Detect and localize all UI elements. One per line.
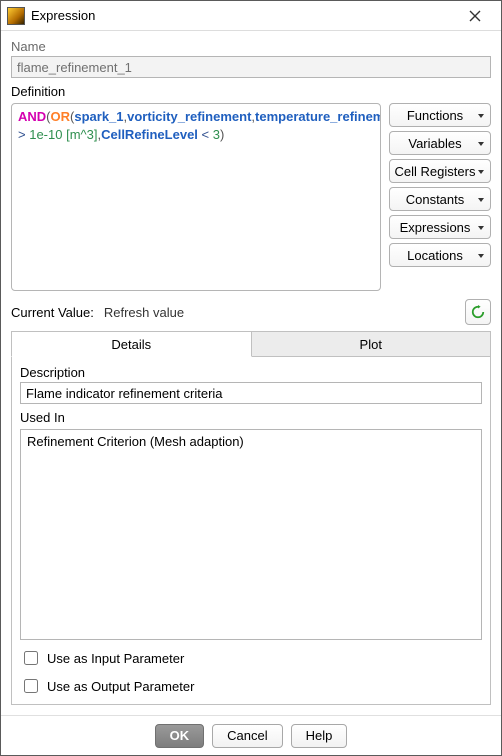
ok-button[interactable]: OK bbox=[155, 724, 205, 748]
tabs: Details Plot bbox=[11, 331, 491, 357]
output-param-label: Use as Output Parameter bbox=[47, 679, 194, 694]
token-num: 3 bbox=[213, 127, 220, 142]
cancel-button[interactable]: Cancel bbox=[212, 724, 282, 748]
used-in-list[interactable]: Refinement Criterion (Mesh adaption) bbox=[20, 429, 482, 640]
output-param-checkbox[interactable] bbox=[24, 679, 38, 693]
button-label: Expressions bbox=[400, 220, 471, 235]
app-icon bbox=[7, 7, 25, 25]
variables-button[interactable]: Variables bbox=[389, 131, 491, 155]
chevron-down-icon bbox=[478, 226, 484, 230]
token-paren: ) bbox=[220, 127, 224, 142]
tab-details[interactable]: Details bbox=[11, 331, 252, 357]
help-button[interactable]: Help bbox=[291, 724, 348, 748]
current-value-text: Refresh value bbox=[104, 305, 184, 320]
token-or: OR bbox=[51, 109, 71, 124]
token-num: 1e-10 [m^3] bbox=[29, 127, 97, 142]
current-value-label: Current Value: bbox=[11, 305, 94, 320]
refresh-button[interactable] bbox=[465, 299, 491, 325]
locations-button[interactable]: Locations bbox=[389, 243, 491, 267]
cell-registers-button[interactable]: Cell Registers bbox=[389, 159, 491, 183]
chevron-down-icon bbox=[478, 114, 484, 118]
button-label: Constants bbox=[406, 192, 465, 207]
description-label: Description bbox=[20, 365, 482, 380]
dialog-footer: OK Cancel Help bbox=[1, 715, 501, 755]
button-label: Locations bbox=[407, 248, 463, 263]
input-param-checkbox[interactable] bbox=[24, 651, 38, 665]
tab-plot[interactable]: Plot bbox=[252, 331, 492, 357]
definition-button-column: Functions Variables Cell Registers Const… bbox=[389, 103, 491, 291]
chevron-down-icon bbox=[478, 170, 484, 174]
input-param-label: Use as Input Parameter bbox=[47, 651, 184, 666]
input-param-row[interactable]: Use as Input Parameter bbox=[20, 648, 482, 668]
current-value-row: Current Value: Refresh value bbox=[11, 299, 491, 325]
chevron-down-icon bbox=[478, 198, 484, 202]
titlebar: Expression bbox=[1, 1, 501, 31]
definition-row: AND(OR(spark_1,vorticity_refinement,temp… bbox=[11, 103, 491, 291]
details-pane: Description Used In Refinement Criterion… bbox=[11, 357, 491, 705]
refresh-icon bbox=[471, 305, 485, 319]
definition-label: Definition bbox=[11, 84, 491, 99]
name-label: Name bbox=[11, 39, 491, 54]
token-var: CellRefineLevel bbox=[101, 127, 198, 142]
used-in-label: Used In bbox=[20, 410, 482, 425]
output-param-row[interactable]: Use as Output Parameter bbox=[20, 676, 482, 696]
button-label: Functions bbox=[407, 108, 463, 123]
definition-editor[interactable]: AND(OR(spark_1,vorticity_refinement,temp… bbox=[11, 103, 381, 291]
chevron-down-icon bbox=[478, 254, 484, 258]
constants-button[interactable]: Constants bbox=[389, 187, 491, 211]
token-var: temperature_refinement bbox=[255, 109, 381, 124]
button-label: Cell Registers bbox=[395, 164, 476, 179]
token-var: vorticity_refinement bbox=[127, 109, 251, 124]
window-title: Expression bbox=[31, 8, 455, 23]
token-op: < bbox=[198, 127, 213, 142]
description-input[interactable] bbox=[20, 382, 482, 404]
used-in-item[interactable]: Refinement Criterion (Mesh adaption) bbox=[27, 434, 475, 449]
expression-dialog: Expression Name Definition AND(OR(spark_… bbox=[0, 0, 502, 756]
functions-button[interactable]: Functions bbox=[389, 103, 491, 127]
token-op: > bbox=[18, 127, 29, 142]
close-icon bbox=[469, 10, 481, 22]
button-label: Variables bbox=[408, 136, 461, 151]
token-and: AND bbox=[18, 109, 46, 124]
expressions-button[interactable]: Expressions bbox=[389, 215, 491, 239]
close-button[interactable] bbox=[455, 2, 495, 30]
chevron-down-icon bbox=[478, 142, 484, 146]
name-input bbox=[11, 56, 491, 78]
token-var: spark_1 bbox=[74, 109, 123, 124]
content-area: Name Definition AND(OR(spark_1,vorticity… bbox=[1, 31, 501, 715]
